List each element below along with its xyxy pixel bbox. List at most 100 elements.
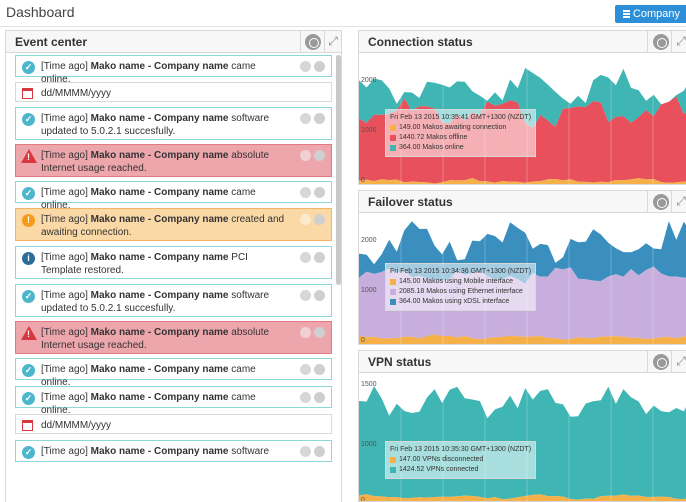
connection-chart-tooltip: Fri Feb 13 2015 10:35:41 GMT+1300 (NZDT)… xyxy=(385,109,537,157)
event-mako-name: Mako name xyxy=(90,61,146,72)
legend-swatch xyxy=(390,467,396,473)
event-mako-name: Mako name xyxy=(90,252,146,263)
settings-icon[interactable] xyxy=(653,34,669,50)
event-actions xyxy=(300,290,325,301)
tooltip-value: 1424.52 VPNs connected xyxy=(399,466,479,473)
check-circle-icon: ✓ xyxy=(22,364,35,377)
gear-icon[interactable] xyxy=(300,61,311,72)
gear-icon[interactable] xyxy=(300,392,311,403)
connection-status-header: Connection status ⤢ xyxy=(359,31,686,53)
company-button-label: Company xyxy=(632,8,680,20)
dismiss-icon[interactable] xyxy=(314,113,325,124)
event-separator: - xyxy=(147,446,152,457)
gear-icon[interactable] xyxy=(300,364,311,375)
settings-icon[interactable] xyxy=(653,354,669,370)
event-item[interactable]: ! [Time ago] Mako name - Company name cre… xyxy=(15,208,332,241)
company-menu-icon xyxy=(622,10,630,18)
gear-icon[interactable] xyxy=(300,252,311,263)
event-item[interactable]: ✓ [Time ago] Mako name - Company name cam… xyxy=(15,55,332,85)
gear-icon[interactable] xyxy=(300,327,311,338)
event-time: [Time ago] xyxy=(41,327,88,338)
event-company-name: Company name xyxy=(154,392,229,403)
expand-icon[interactable]: ⤢ xyxy=(674,34,686,48)
vpn-status-chart[interactable]: 1500 1000 0 Fri Feb 13 2015 10:35:30 GMT+13… xyxy=(359,373,686,501)
event-company-name: Company name xyxy=(154,150,229,161)
tooltip-row: 145.00 Makos using Mobile interface xyxy=(390,277,531,287)
event-company-name: Company name xyxy=(154,364,229,375)
dismiss-icon[interactable] xyxy=(314,364,325,375)
tooltip-date: Fri Feb 13 2015 10:34:36 GMT+1300 (NZDT) xyxy=(390,268,532,275)
event-actions xyxy=(300,113,325,124)
legend-swatch xyxy=(390,279,396,285)
event-item[interactable]: i [Time ago] Mako name - Company name PCI… xyxy=(15,246,332,279)
expand-icon[interactable]: ⤢ xyxy=(674,354,686,368)
y-axis-label: 0 xyxy=(361,177,365,184)
legend-swatch xyxy=(390,145,396,151)
event-item[interactable]: ✓ [Time ago] Mako name - Company name cam… xyxy=(15,181,332,211)
event-item[interactable]: ! [Time ago] Mako name - Company name abs… xyxy=(15,321,332,354)
event-company-name: Company name xyxy=(154,252,229,263)
event-company-name: Company name xyxy=(154,214,229,225)
header-divider xyxy=(647,191,648,213)
dismiss-icon[interactable] xyxy=(314,290,325,301)
event-separator: - xyxy=(147,150,152,161)
legend-swatch xyxy=(390,135,396,141)
expand-icon[interactable]: ⤢ xyxy=(674,194,686,208)
event-text: [Time ago] Mako name - Company name crea… xyxy=(41,213,286,239)
failover-status-chart[interactable]: 2000 1000 0 Fri Feb 13 2015 10:34:36 GMT+13… xyxy=(359,213,686,344)
event-item[interactable]: ✓ [Time ago] Mako name - Company name cam… xyxy=(15,358,332,388)
dismiss-icon[interactable] xyxy=(314,214,325,225)
event-item[interactable]: ✓ [Time ago] Mako name - Company name sof… xyxy=(15,107,332,140)
tooltip-value: 1440.72 Makos offline xyxy=(399,134,468,141)
event-scrollbar[interactable] xyxy=(336,55,341,285)
vpn-chart-svg xyxy=(359,373,686,501)
legend-swatch xyxy=(390,289,396,295)
check-circle-icon: ✓ xyxy=(22,113,35,126)
gear-icon[interactable] xyxy=(300,187,311,198)
settings-icon[interactable] xyxy=(653,194,669,210)
event-time: [Time ago] xyxy=(41,290,88,301)
y-axis-label: 1000 xyxy=(361,127,377,134)
dismiss-icon[interactable] xyxy=(314,327,325,338)
event-separator: - xyxy=(147,187,152,198)
check-circle-icon: ✓ xyxy=(22,187,35,200)
event-item[interactable]: ✓ [Time ago] Mako name - Company name cam… xyxy=(15,386,332,416)
gear-icon[interactable] xyxy=(300,446,311,457)
dismiss-icon[interactable] xyxy=(314,61,325,72)
dismiss-icon[interactable] xyxy=(314,392,325,403)
check-circle-icon: ✓ xyxy=(22,61,35,74)
dismiss-icon[interactable] xyxy=(314,252,325,263)
dismiss-icon[interactable] xyxy=(314,446,325,457)
gear-icon[interactable] xyxy=(300,150,311,161)
event-item[interactable]: ✓ [Time ago] Mako name - Company name sof… xyxy=(15,284,332,317)
event-date-separator: dd/MMMM/yyyy xyxy=(15,414,332,434)
gear-icon[interactable] xyxy=(300,214,311,225)
top-bar: Dashboard Company xyxy=(0,0,686,27)
header-divider xyxy=(671,31,672,53)
dismiss-icon[interactable] xyxy=(314,187,325,198)
connection-status-chart[interactable]: 2000 1000 0 Fri Feb 13 2015 10:35:41 GMT+13… xyxy=(359,53,686,184)
event-center-header: Event center ⤢ xyxy=(6,31,341,53)
dismiss-icon[interactable] xyxy=(314,150,325,161)
y-axis-label: 0 xyxy=(361,337,365,344)
company-button[interactable]: Company xyxy=(614,5,686,23)
failover-status-header: Failover status ⤢ xyxy=(359,191,686,213)
tooltip-row: 1424.52 VPNs connected xyxy=(390,465,531,475)
warning-triangle-icon: ! xyxy=(21,326,37,340)
event-item[interactable]: ! [Time ago] Mako name - Company name abs… xyxy=(15,144,332,177)
warning-triangle-icon: ! xyxy=(21,149,37,163)
expand-icon[interactable]: ⤢ xyxy=(326,34,340,48)
header-divider xyxy=(324,31,325,53)
event-text: [Time ago] Mako name - Company name abso… xyxy=(41,326,286,352)
event-actions xyxy=(300,61,325,72)
y-axis-label: 2000 xyxy=(361,77,377,84)
gear-icon[interactable] xyxy=(300,290,311,301)
gear-icon[interactable] xyxy=(300,113,311,124)
event-item[interactable]: ✓ [Time ago] Mako name - Company name sof… xyxy=(15,440,332,462)
legend-swatch xyxy=(390,299,396,305)
event-actions xyxy=(300,187,325,198)
event-actions xyxy=(300,446,325,457)
header-divider xyxy=(671,351,672,373)
event-mako-name: Mako name xyxy=(90,150,146,161)
settings-icon[interactable] xyxy=(305,34,321,50)
